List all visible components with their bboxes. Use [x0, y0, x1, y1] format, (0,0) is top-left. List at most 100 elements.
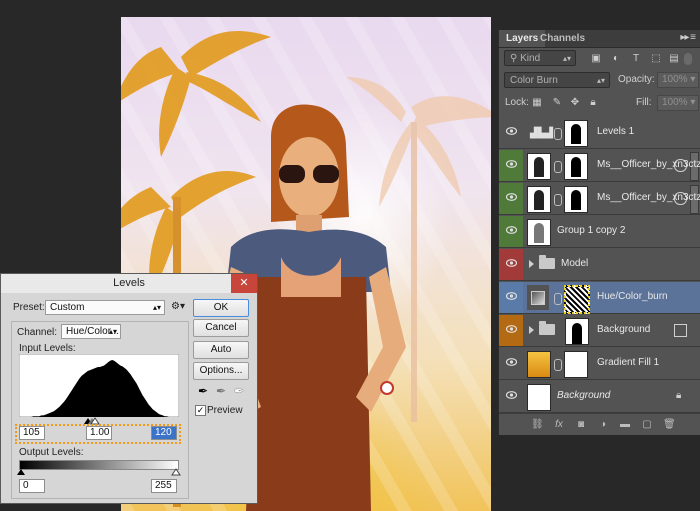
layer-thumbnail[interactable]: ▟▙▟	[527, 120, 553, 145]
layer-row[interactable]: Hue/Color_burn	[499, 282, 700, 314]
filter-smart-object-icon[interactable]: ▤	[668, 53, 680, 65]
fill-field[interactable]: 100% ▾	[657, 95, 699, 111]
auto-button[interactable]: Auto	[193, 341, 249, 359]
filter-toggle[interactable]	[684, 53, 692, 65]
layer-row[interactable]: Group 1 copy 2	[499, 216, 700, 248]
lock-position-icon[interactable]: ✥	[569, 97, 581, 109]
layer-thumbnail[interactable]	[527, 219, 551, 246]
output-black-field[interactable]: 0	[19, 479, 45, 493]
input-levels-label: Input Levels:	[19, 343, 76, 354]
blend-mode-dropdown[interactable]: Color Burn ▴▾	[504, 72, 610, 88]
eye-icon	[506, 325, 517, 333]
delete-layer-icon[interactable]: 🗑︎	[663, 419, 676, 430]
filter-row: ⚲ Kind ▴▾ ▣ ◐ T ⬚ ▤	[499, 49, 700, 71]
output-white-handle[interactable]	[171, 468, 181, 476]
layer-thumbnail[interactable]	[527, 153, 551, 180]
new-group-icon[interactable]: ▬	[619, 419, 631, 430]
link-layers-icon[interactable]: ⛓	[531, 419, 544, 430]
layer-mask-thumbnail[interactable]	[565, 318, 589, 345]
visibility-toggle[interactable]	[499, 381, 523, 412]
opacity-value: 100%	[662, 74, 688, 85]
output-levels-label: Output Levels:	[19, 447, 84, 458]
visibility-toggle[interactable]	[499, 216, 523, 247]
white-eyedropper-icon[interactable]: ✒	[234, 384, 244, 398]
layer-row[interactable]: 🔒︎ Background	[499, 381, 700, 413]
visibility-toggle[interactable]	[499, 183, 523, 214]
filter-shape-icon[interactable]: ⬚	[650, 53, 662, 65]
mask-link-icon[interactable]	[554, 161, 562, 173]
expand-arrow-icon[interactable]	[529, 260, 534, 268]
lock-image-icon[interactable]: ✎	[551, 97, 563, 109]
mask-link-icon[interactable]	[554, 128, 562, 140]
preview-checkbox[interactable]: ✓	[195, 405, 206, 416]
eye-icon	[506, 358, 517, 366]
search-icon: ⚲	[510, 53, 521, 64]
layer-mask-thumbnail[interactable]	[564, 351, 588, 378]
filter-pixel-icon[interactable]: ▣	[590, 53, 602, 65]
visibility-toggle[interactable]	[499, 315, 523, 346]
blend-mode-value: Color Burn	[510, 75, 558, 86]
layer-style-icon[interactable]: fx	[553, 419, 565, 430]
input-gamma-field[interactable]: 1.00	[86, 426, 112, 440]
layer-row[interactable]: Ms__Officer_by_xn3ctz c...	[499, 150, 700, 182]
layer-name: Group 1 copy 2	[557, 225, 626, 236]
layer-row[interactable]: Ms__Officer_by_xn3ctz c...	[499, 183, 700, 215]
gray-eyedropper-icon[interactable]: ✒	[216, 384, 226, 398]
panel-menu-icon[interactable]: ▸▸ ≡	[680, 32, 696, 43]
add-mask-icon[interactable]: ◙	[575, 419, 587, 430]
layer-row[interactable]: Gradient Fill 1	[499, 348, 700, 380]
layer-thumbnail[interactable]	[527, 285, 549, 310]
output-slider[interactable]	[17, 468, 181, 476]
layer-mask-thumbnail[interactable]	[564, 285, 590, 314]
layer-row[interactable]: Background	[499, 315, 700, 347]
input-white-field[interactable]: 120	[151, 426, 177, 440]
layer-mask-thumbnail[interactable]	[564, 120, 588, 147]
layer-thumbnail[interactable]	[527, 186, 551, 213]
opacity-field[interactable]: 100% ▾	[657, 72, 699, 88]
new-layer-icon[interactable]: ▢	[641, 419, 653, 430]
ok-button[interactable]: OK	[193, 299, 249, 317]
lock-label: Lock:	[505, 97, 529, 108]
lock-all-icon[interactable]: 🔒︎	[587, 97, 599, 109]
eye-icon	[506, 160, 517, 168]
eye-icon	[506, 259, 517, 267]
dialog-title: Levels	[1, 274, 257, 293]
layer-name: Levels 1	[597, 126, 635, 137]
visibility-toggle[interactable]	[499, 150, 523, 181]
lock-transparent-icon[interactable]: ▦	[531, 97, 543, 109]
layer-thumbnail[interactable]	[527, 351, 551, 378]
chevron-down-icon: ▴▾	[108, 327, 117, 336]
visibility-toggle[interactable]	[499, 249, 523, 280]
tab-channels[interactable]: Channels	[533, 30, 592, 47]
filter-adjustment-icon[interactable]: ◐	[610, 53, 622, 65]
visibility-toggle[interactable]	[499, 117, 523, 148]
layer-mask-thumbnail[interactable]	[564, 186, 588, 213]
layer-row[interactable]: ▟▙▟ Levels 1	[499, 117, 700, 149]
input-black-field[interactable]: 105	[19, 426, 45, 440]
mask-link-icon[interactable]	[554, 359, 562, 371]
visibility-toggle[interactable]	[499, 282, 523, 313]
chevron-down-icon: ▴▾	[152, 303, 161, 312]
black-eyedropper-icon[interactable]: ✒	[198, 384, 208, 398]
cancel-button[interactable]: Cancel	[193, 319, 249, 337]
filter-type-icon[interactable]: T	[630, 53, 642, 65]
new-adjustment-icon[interactable]: ◑	[597, 419, 609, 430]
preset-options-gear-icon[interactable]: ⚙▾	[171, 301, 185, 312]
layer-row[interactable]: Model	[499, 249, 700, 281]
mask-link-icon[interactable]	[554, 293, 562, 305]
close-icon[interactable]: ✕	[231, 274, 257, 293]
smart-filter-icon	[674, 324, 687, 337]
channel-dropdown[interactable]: Hue/Color... ▴▾	[61, 324, 121, 339]
filter-kind-dropdown[interactable]: ⚲ Kind ▴▾	[504, 50, 576, 66]
layer-name: Ms__Officer_by_xn3ctz c...	[597, 192, 700, 203]
mask-link-icon[interactable]	[554, 194, 562, 206]
layer-mask-thumbnail[interactable]	[564, 153, 588, 180]
layer-thumbnail[interactable]	[527, 384, 551, 411]
chevron-down-icon: ▴▾	[562, 54, 571, 63]
visibility-toggle[interactable]	[499, 348, 523, 379]
preset-dropdown[interactable]: Custom ▴▾	[45, 300, 165, 315]
expand-arrow-icon[interactable]	[529, 326, 534, 334]
output-white-field[interactable]: 255	[151, 479, 177, 493]
output-black-handle[interactable]	[17, 469, 25, 475]
options-button[interactable]: Options...	[193, 362, 249, 380]
